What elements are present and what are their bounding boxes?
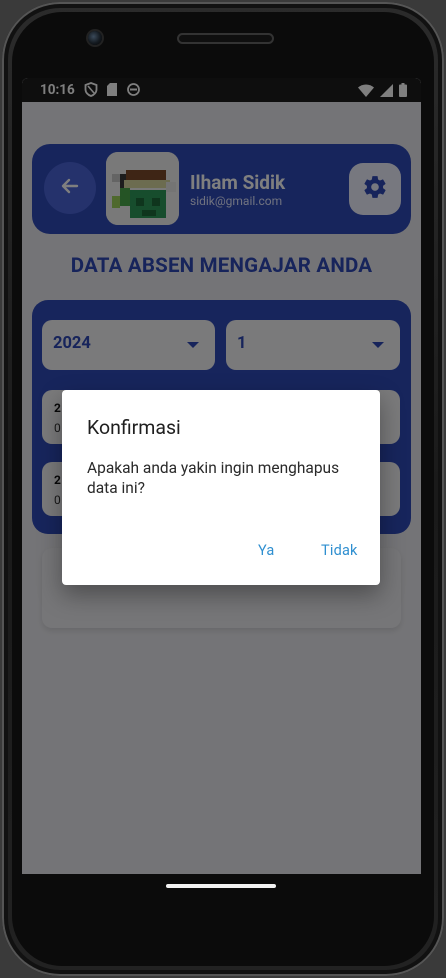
earpiece-speaker: [177, 33, 274, 44]
confirm-no-button[interactable]: Tidak: [321, 542, 358, 559]
dialog-title: Konfirmasi: [87, 416, 181, 439]
app-screen: 10:16: [22, 78, 421, 874]
dialog-message: Apakah anda yakin ingin menghapus data i…: [87, 459, 340, 497]
home-gesture-bar[interactable]: [166, 884, 276, 888]
confirm-yes-button[interactable]: Ya: [258, 542, 274, 559]
front-camera: [88, 31, 102, 45]
confirm-dialog: Konfirmasi Apakah anda yakin ingin mengh…: [62, 390, 380, 585]
